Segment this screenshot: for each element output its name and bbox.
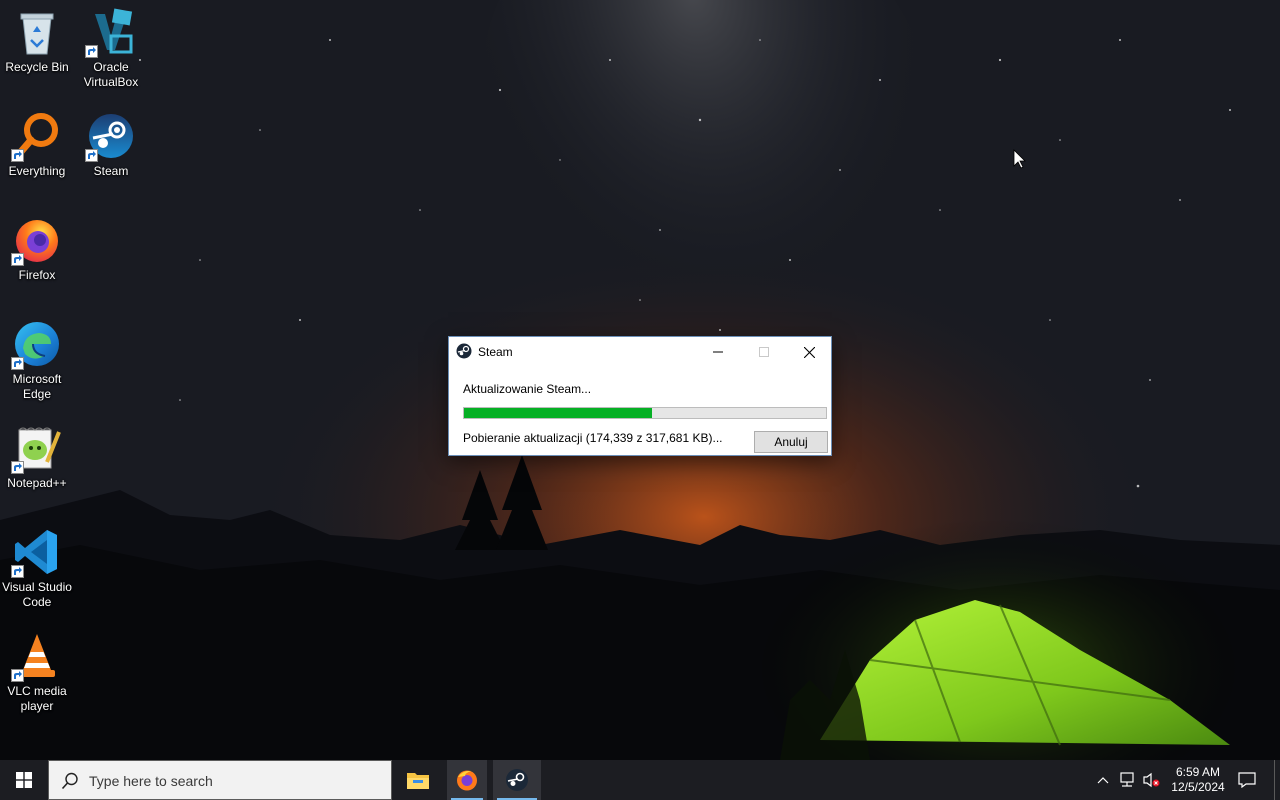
- shortcut-arrow-icon: [11, 253, 24, 266]
- close-icon: [803, 346, 815, 358]
- cancel-button[interactable]: Anuluj: [754, 431, 828, 453]
- shortcut-arrow-icon: [85, 45, 98, 58]
- volume-muted-icon: [1143, 772, 1160, 788]
- download-progress-bar: [463, 407, 827, 419]
- start-button[interactable]: [0, 760, 48, 800]
- shortcut-arrow-icon: [85, 149, 98, 162]
- taskbar: Type here to search 6:59 AM 12/5/2024: [0, 760, 1280, 800]
- search-icon: [61, 772, 78, 790]
- network-icon: [1120, 772, 1134, 787]
- search-placeholder: Type here to search: [89, 773, 213, 789]
- minimize-icon: [713, 351, 723, 353]
- steam-icon: [506, 769, 528, 791]
- vscode-icon: [11, 526, 63, 578]
- update-status-text: Aktualizowanie Steam...: [463, 382, 592, 396]
- windows-logo-icon: [16, 772, 32, 788]
- desktop-icon-label: VLC media player: [7, 684, 67, 713]
- shortcut-arrow-icon: [11, 461, 24, 474]
- notification-icon: [1238, 772, 1256, 788]
- shortcut-arrow-icon: [11, 565, 24, 578]
- desktop-icon-vlc-media-player[interactable]: VLC media player: [0, 624, 74, 714]
- maximize-icon: [759, 347, 769, 357]
- desktop-icon-label: Notepad++: [7, 476, 67, 490]
- taskbar-search-box[interactable]: Type here to search: [48, 760, 392, 800]
- firefox-icon: [457, 770, 477, 791]
- desktop-icon-label: Visual Studio Code: [2, 580, 72, 609]
- taskbar-app-firefox[interactable]: [447, 760, 487, 800]
- clock-date: 12/5/2024: [1171, 780, 1225, 794]
- dialog-title: Steam: [478, 345, 513, 359]
- recycle-bin-icon: [11, 6, 63, 58]
- desktop-icon-oracle-virtualbox[interactable]: Oracle VirtualBox: [74, 0, 148, 90]
- desktop-icon-label: Firefox: [18, 268, 56, 282]
- steam-update-dialog: Steam Aktualizowanie Steam... Pobieranie…: [448, 336, 832, 456]
- notepad-plus-plus-icon: [11, 422, 63, 474]
- shortcut-arrow-icon: [11, 149, 24, 162]
- desktop-icon-label: Steam: [93, 164, 129, 178]
- clock-tray-button[interactable]: 6:59 AM 12/5/2024: [1166, 760, 1230, 800]
- desktop-icon-notepad-plus-plus[interactable]: Notepad++: [0, 416, 74, 491]
- shortcut-arrow-icon: [11, 357, 24, 370]
- chevron-up-icon: [1097, 777, 1109, 784]
- virtualbox-icon: [85, 6, 137, 58]
- firefox-icon: [11, 214, 63, 266]
- minimize-button[interactable]: [695, 337, 741, 367]
- clock-time: 6:59 AM: [1175, 765, 1221, 779]
- maximize-button[interactable]: [741, 337, 787, 367]
- taskbar-app-file-explorer[interactable]: [398, 760, 438, 800]
- desktop-icon-label: Recycle Bin: [5, 60, 69, 74]
- dialog-titlebar[interactable]: Steam: [449, 337, 831, 367]
- progress-fill: [464, 408, 653, 418]
- volume-tray-button[interactable]: [1140, 760, 1162, 800]
- close-button[interactable]: [786, 337, 832, 367]
- folder-icon: [407, 773, 429, 789]
- desktop-icon-label: Microsoft Edge: [12, 372, 62, 401]
- desktop-icon-steam[interactable]: Steam: [74, 104, 148, 179]
- desktop-icon-firefox[interactable]: Firefox: [0, 208, 74, 283]
- taskbar-app-steam[interactable]: [493, 760, 541, 800]
- steam-icon: [85, 110, 137, 162]
- action-center-button[interactable]: [1234, 760, 1260, 800]
- everything-search-icon: [11, 110, 63, 162]
- show-desktop-button[interactable]: [1274, 760, 1280, 800]
- desktop-icon-label: Oracle VirtualBox: [83, 60, 139, 89]
- steam-icon: [456, 343, 472, 359]
- desktop-icon-recycle-bin[interactable]: Recycle Bin: [0, 0, 74, 75]
- desktop-icon-everything[interactable]: Everything: [0, 104, 74, 179]
- desktop-icon-visual-studio-code[interactable]: Visual Studio Code: [0, 520, 74, 610]
- download-detail-text: Pobieranie aktualizacji (174,339 z 317,6…: [463, 431, 723, 445]
- edge-icon: [11, 318, 63, 370]
- desktop-icon-microsoft-edge[interactable]: Microsoft Edge: [0, 312, 74, 402]
- show-hidden-icons-button[interactable]: [1094, 760, 1112, 800]
- shortcut-arrow-icon: [11, 669, 24, 682]
- vlc-cone-icon: [11, 630, 63, 682]
- desktop-icon-label: Everything: [8, 164, 66, 178]
- network-tray-button[interactable]: [1116, 760, 1138, 800]
